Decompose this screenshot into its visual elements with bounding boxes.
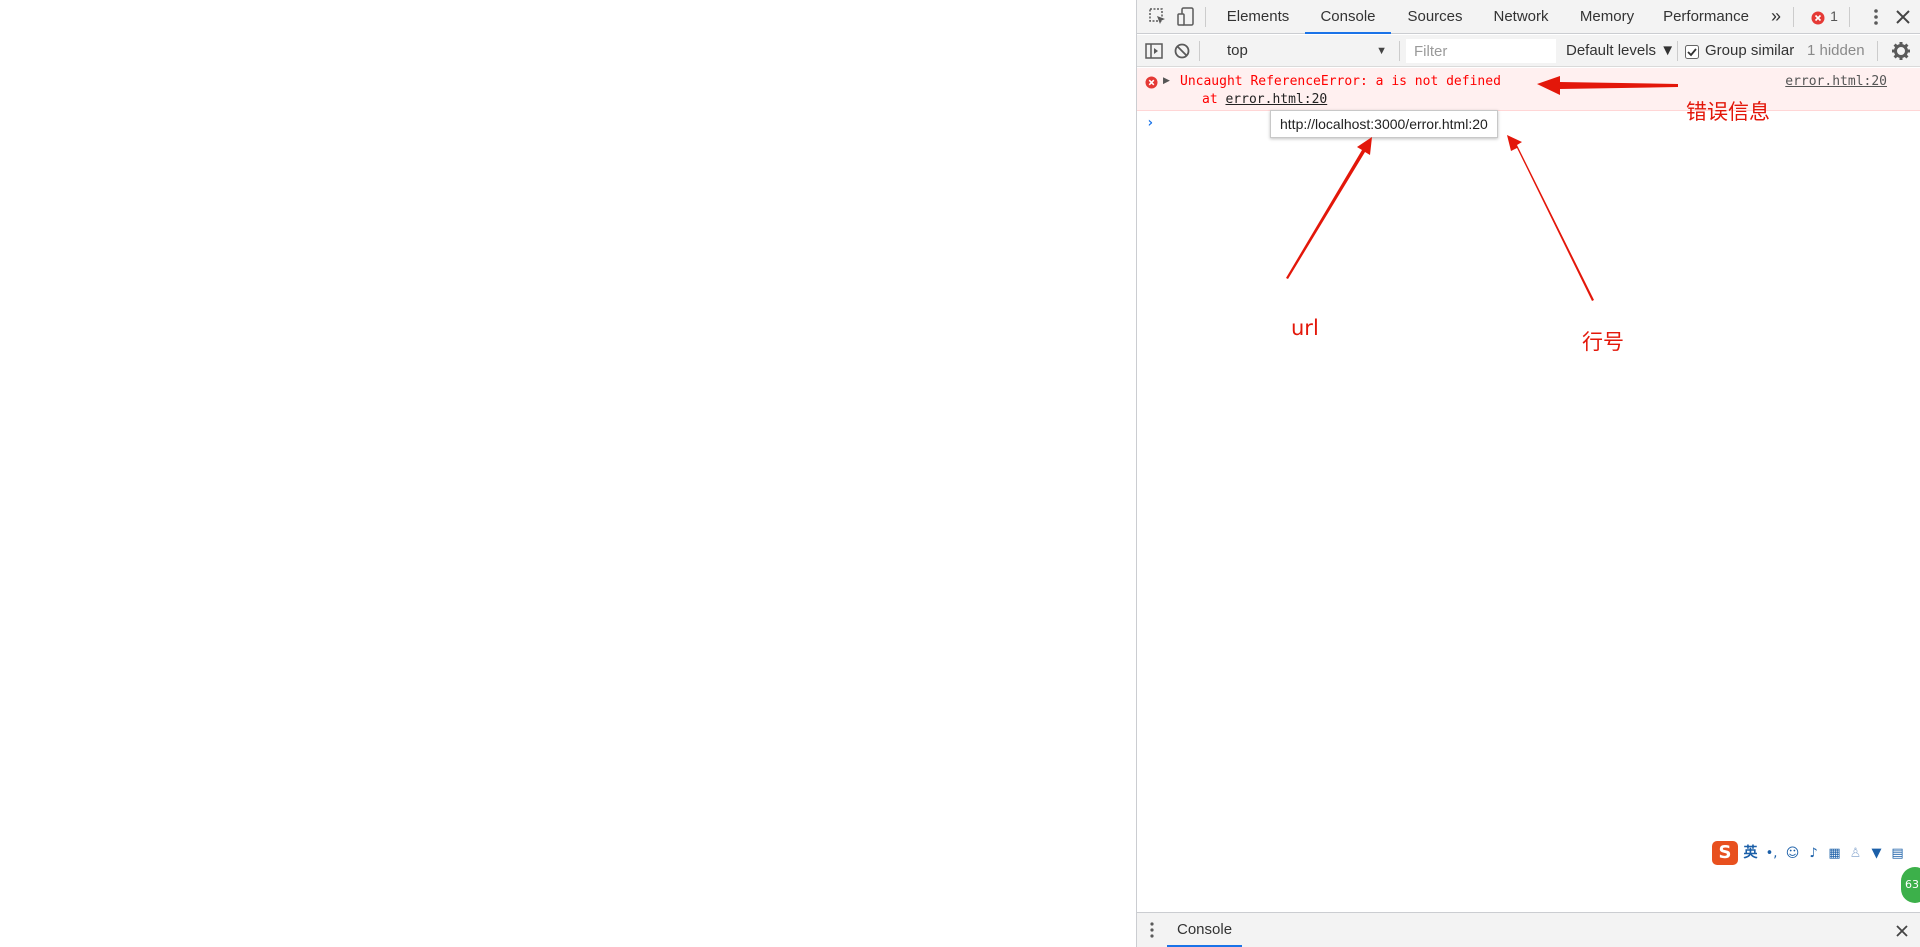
skin-icon[interactable]: ▼: [1868, 845, 1885, 862]
arrow-to-error-message: [1537, 76, 1678, 95]
microphone-icon[interactable]: ♪: [1805, 845, 1822, 862]
annotation-line-number: 行号: [1582, 330, 1624, 354]
punctuation-icon[interactable]: •,: [1763, 845, 1780, 862]
speed-badge[interactable]: 63: [1901, 867, 1920, 903]
screen: Elements Console Sources Network Memory …: [0, 0, 1920, 947]
ime-language[interactable]: 英: [1742, 845, 1759, 862]
annotation-url: url: [1291, 316, 1319, 340]
arrow-to-url: [1286, 137, 1372, 279]
user-icon[interactable]: ♙: [1847, 845, 1864, 862]
sogou-logo-icon[interactable]: S: [1712, 841, 1738, 865]
annotation-arrows: [1286, 76, 1678, 301]
ime-toolbar: S 英 •, ☺ ♪ ▦ ♙ ▼ ▤: [1712, 840, 1906, 866]
annotation-error-info: 错误信息: [1686, 100, 1770, 124]
keyboard-icon[interactable]: ▦: [1826, 845, 1843, 862]
toolbox-icon[interactable]: ▤: [1889, 845, 1906, 862]
arrow-to-line-number: [1507, 135, 1594, 301]
emoji-icon[interactable]: ☺: [1784, 845, 1801, 862]
